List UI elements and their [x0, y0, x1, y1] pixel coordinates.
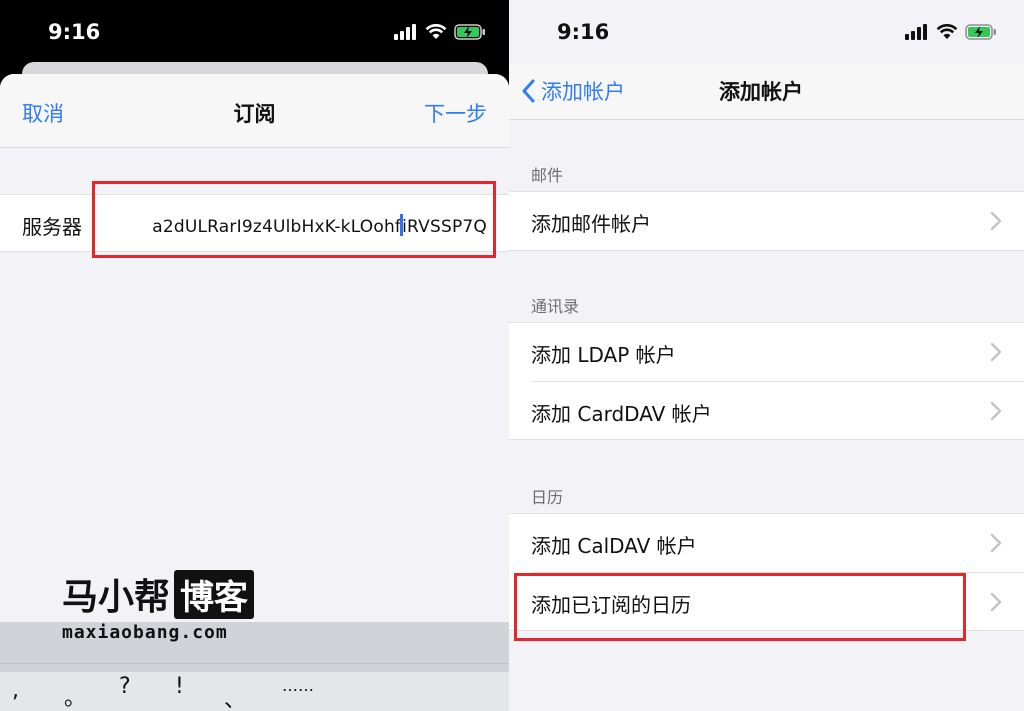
key-comma[interactable]: ,	[12, 678, 19, 703]
chevron-right-icon	[990, 342, 1002, 362]
key-question[interactable]: ?	[119, 674, 131, 699]
section-header-calendar: 日历	[531, 488, 564, 507]
list-item-add-mail-account[interactable]: 添加邮件帐户	[509, 192, 1024, 250]
status-icons	[394, 22, 486, 42]
list-item-label: 添加 CardDAV 帐户	[531, 402, 712, 426]
next-button[interactable]: 下一步	[424, 98, 487, 128]
highlight-box-subscribed-calendar	[514, 573, 966, 641]
navigation-bar: 添加帐户 添加帐户	[509, 64, 1024, 120]
keyboard-punctuation-row: , 。 ? ! 、 ……	[0, 672, 509, 711]
server-label: 服务器	[22, 215, 82, 239]
key-period[interactable]: 。	[64, 680, 86, 711]
list-item-label: 添加邮件帐户	[531, 212, 651, 236]
sheet-navigation-bar: 取消 订阅 下一步	[0, 74, 509, 148]
back-button[interactable]: 添加帐户	[521, 76, 625, 106]
list-item-add-caldav-account[interactable]: 添加 CalDAV 帐户	[509, 514, 1024, 572]
status-bar: 9:16	[509, 0, 1024, 64]
page-title: 添加帐户	[719, 80, 803, 104]
group-contacts: 添加 LDAP 帐户 添加 CardDAV 帐户	[509, 322, 1024, 440]
wifi-icon	[936, 24, 958, 39]
list-item-add-carddav-account[interactable]: 添加 CardDAV 帐户	[531, 381, 1024, 439]
status-time: 9:16	[48, 20, 101, 44]
list-item-label: 添加 CalDAV 帐户	[531, 534, 697, 558]
left-screen: 9:16 取消 订阅 下一步 服务器 a2dULRarI9z4UlbHxK-kL…	[0, 0, 509, 711]
status-icons	[905, 22, 997, 42]
watermark-title: 马小帮 博客	[62, 568, 255, 620]
group-mail: 添加邮件帐户	[509, 191, 1024, 251]
key-exclamation[interactable]: !	[175, 674, 184, 699]
watermark-name: 马小帮	[62, 576, 171, 618]
cellular-signal-icon	[394, 24, 416, 40]
status-time: 9:16	[557, 20, 610, 44]
chevron-right-icon	[990, 592, 1002, 612]
back-button-label: 添加帐户	[541, 80, 625, 104]
section-header-mail: 邮件	[531, 166, 564, 185]
highlight-box-server	[92, 181, 496, 258]
list-item-add-ldap-account[interactable]: 添加 LDAP 帐户	[509, 323, 1024, 381]
list-item-label: 添加 LDAP 帐户	[531, 343, 676, 367]
chevron-right-icon	[990, 401, 1002, 421]
key-ellipsis[interactable]: ……	[282, 676, 314, 695]
status-bar: 9:16	[0, 0, 509, 64]
chevron-right-icon	[990, 533, 1002, 553]
watermark-site: maxiaobang.com	[62, 622, 228, 643]
battery-charging-icon	[965, 24, 996, 40]
chevron-right-icon	[990, 211, 1002, 231]
watermark: 马小帮 博客 maxiaobang.com	[62, 568, 255, 643]
chevron-left-icon	[522, 79, 535, 103]
wifi-icon	[425, 24, 447, 39]
watermark-boxed-text: 博客	[174, 569, 255, 619]
section-header-contacts: 通讯录	[531, 297, 580, 316]
key-enumeration-comma[interactable]: 、	[224, 682, 246, 711]
battery-charging-icon	[454, 24, 485, 40]
cellular-signal-icon	[905, 24, 927, 40]
